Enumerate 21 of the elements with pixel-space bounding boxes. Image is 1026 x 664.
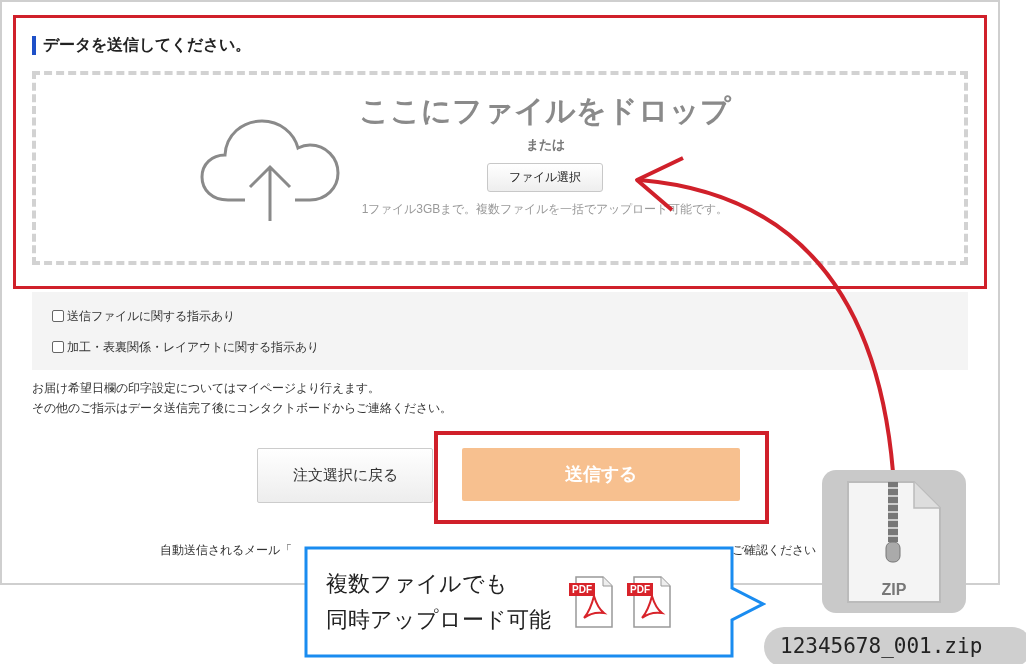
checkbox[interactable] bbox=[52, 309, 64, 322]
callout-text: 複数ファイルでも bbox=[326, 570, 509, 598]
zip-label: ZIP bbox=[880, 579, 908, 600]
checkbox[interactable] bbox=[52, 340, 64, 353]
pdf-label: PDF bbox=[627, 583, 653, 596]
checkbox-label: 送信ファイルに関する指示あり bbox=[67, 307, 235, 325]
drop-heading: ここにファイルをドロップ bbox=[359, 93, 731, 129]
info-text: お届け希望日欄の印字設定についてはマイページより行えます。 bbox=[32, 380, 381, 396]
back-button[interactable]: 注文選択に戻る bbox=[257, 448, 433, 503]
callout-text: 同時アップロード可能 bbox=[326, 606, 551, 634]
zip-file-icon bbox=[846, 479, 942, 604]
info-text: その他のご指示はデータ送信完了後にコンタクトボードからご連絡ください。 bbox=[32, 400, 453, 416]
or-text: または bbox=[525, 136, 565, 154]
file-name-label: 12345678_001.zip bbox=[764, 627, 1026, 664]
file-select-button[interactable]: ファイル選択 bbox=[487, 162, 603, 192]
footer-note: ご確認ください bbox=[732, 542, 816, 559]
pdf-label: PDF bbox=[569, 583, 595, 596]
section-title: データを送信してください。 bbox=[43, 35, 251, 55]
checkbox-label: 加工・表裏関係・レイアウトに関する指示あり bbox=[67, 338, 319, 356]
footer-note: 自動送信されるメール「 bbox=[160, 542, 292, 559]
heading-bar bbox=[32, 35, 36, 55]
